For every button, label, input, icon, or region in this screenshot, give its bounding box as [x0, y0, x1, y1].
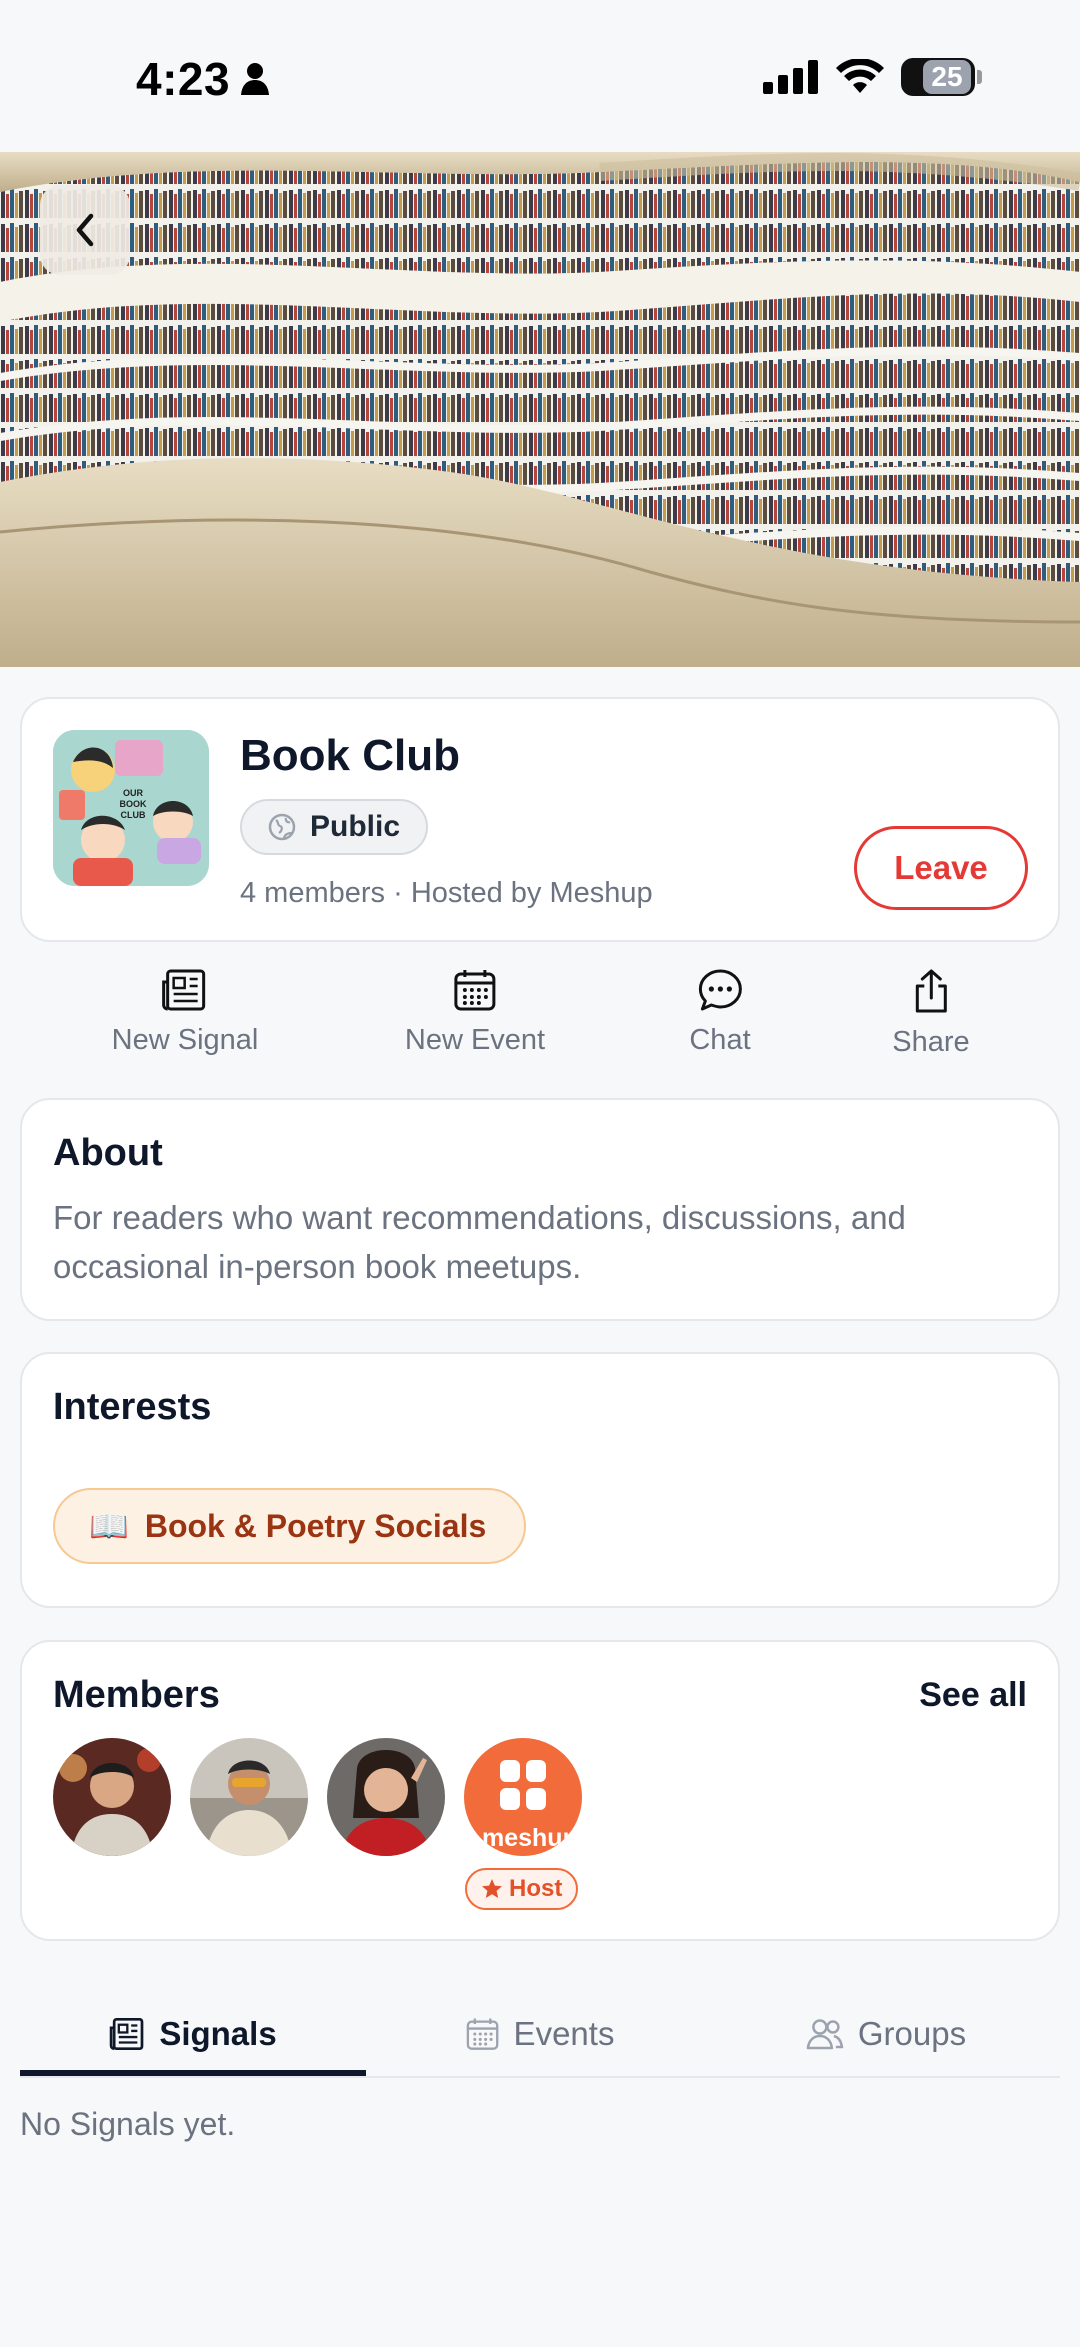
members-title: Members — [53, 1674, 220, 1716]
battery-level: 25 — [923, 60, 971, 94]
interests-card: Interests 📖 Book & Poetry Socials — [20, 1352, 1060, 1608]
battery-icon: 25 — [901, 58, 982, 96]
action-row: New Signal New Event Chat Share — [0, 968, 1080, 1078]
about-title: About — [53, 1132, 163, 1174]
content-tabs: Signals Events Groups — [20, 1990, 1060, 2078]
wifi-icon — [836, 59, 884, 93]
chat-action[interactable]: Chat — [689, 968, 751, 1057]
share-action[interactable]: Share — [892, 968, 970, 1059]
group-info-card: OUR BOOK CLUB Book Club Public 4 members… — [20, 697, 1060, 942]
empty-state-text: No Signals yet. — [20, 2106, 236, 2142]
new-signal-label: New Signal — [111, 1024, 259, 1056]
library-photo — [0, 152, 1080, 667]
member-photo — [53, 1738, 171, 1856]
group-meta: 4 members · Hosted by Meshup — [240, 877, 653, 909]
see-all-link[interactable]: See all — [919, 1676, 1027, 1715]
interest-chip-label: Book & Poetry Socials — [144, 1507, 487, 1544]
host-badge: Host — [465, 1868, 579, 1910]
tab-signals-label: Signals — [159, 2015, 277, 2052]
tab-signals[interactable]: Signals — [109, 1990, 277, 2078]
chat-bubble-icon — [698, 969, 742, 1011]
tab-groups-label: Groups — [857, 2015, 967, 2052]
chat-label: Chat — [689, 1024, 751, 1056]
newspaper-icon — [162, 969, 206, 1011]
member-avatar[interactable] — [53, 1738, 171, 1856]
new-signal-action[interactable]: New Signal — [111, 968, 259, 1057]
interests-title: Interests — [53, 1386, 212, 1428]
person-icon — [241, 63, 270, 95]
status-bar: 4:23 25 — [0, 0, 1080, 152]
share-label: Share — [892, 1026, 970, 1058]
member-avatar[interactable] — [190, 1738, 308, 1856]
visibility-label: Public — [310, 810, 401, 843]
calendar-icon — [454, 970, 496, 1011]
back-button[interactable] — [40, 185, 130, 275]
book-icon: 📖 — [89, 1508, 129, 1544]
globe-icon — [268, 813, 296, 841]
star-icon — [482, 1879, 502, 1898]
interest-chip[interactable]: 📖 Book & Poetry Socials — [53, 1488, 527, 1564]
tab-groups[interactable]: Groups — [806, 1990, 966, 2078]
people-icon — [806, 2019, 844, 2050]
status-icons: 25 — [763, 58, 982, 96]
group-avatar-text: OUR BOOK CLUB — [119, 788, 147, 820]
host-avatar[interactable]: meshup — [464, 1738, 582, 1856]
member-photo — [190, 1738, 308, 1856]
host-badge-label: Host — [509, 1875, 563, 1902]
new-event-action[interactable]: New Event — [405, 968, 545, 1057]
tab-events-label: Events — [513, 2015, 615, 2052]
member-avatar[interactable] — [327, 1738, 445, 1856]
new-event-label: New Event — [404, 1024, 546, 1056]
cover-image — [0, 152, 1080, 667]
visibility-badge: Public — [240, 799, 429, 855]
active-tab-indicator — [20, 2070, 366, 2076]
cellular-signal-icon — [763, 60, 818, 94]
tab-events[interactable]: Events — [466, 1990, 615, 2078]
status-time: 4:23 — [136, 52, 270, 106]
group-avatar: OUR BOOK CLUB — [53, 730, 209, 886]
member-photo — [327, 1738, 445, 1856]
leave-button[interactable]: Leave — [854, 826, 1028, 910]
host-avatar-text: meshup — [482, 1824, 578, 1852]
calendar-icon — [466, 2018, 499, 2050]
newspaper-icon — [109, 2017, 144, 2051]
status-time-text: 4:23 — [136, 53, 231, 105]
about-card: About For readers who want recommendatio… — [20, 1098, 1060, 1321]
share-icon — [915, 969, 947, 1013]
members-card: Members See all meshup Host — [20, 1640, 1060, 1941]
about-text: For readers who want recommendations, di… — [53, 1199, 906, 1285]
group-title: Book Club — [240, 731, 460, 780]
chevron-left-icon — [76, 213, 94, 247]
